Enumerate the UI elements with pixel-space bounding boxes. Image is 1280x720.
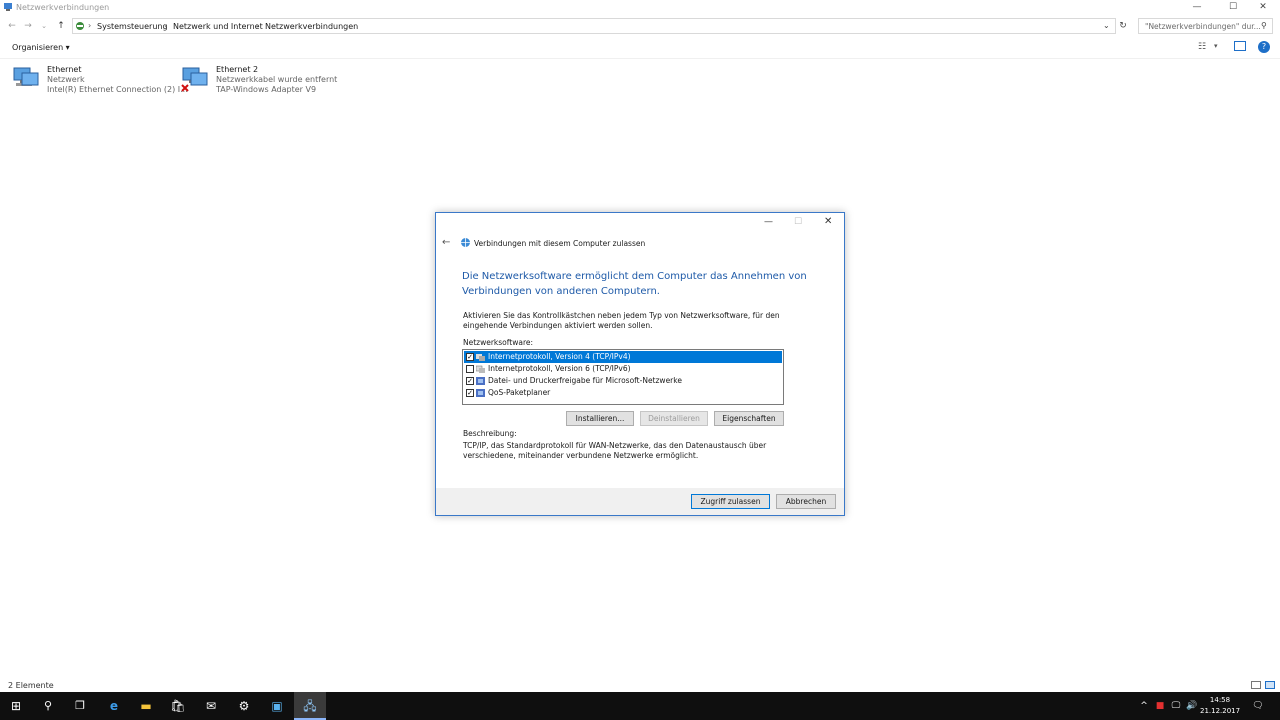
description-label: Beschreibung:	[463, 429, 517, 438]
notifications-icon[interactable]: 🗨	[1250, 692, 1266, 720]
uninstall-button: Deinstallieren	[640, 411, 708, 426]
clock[interactable]: 14:58 21.12.2017	[1200, 695, 1240, 717]
cancel-button[interactable]: Abbrechen	[776, 494, 836, 509]
software-item-tcpipv6[interactable]: Internetprotokoll, Version 6 (TCP/IPv6)	[464, 363, 782, 375]
search-box[interactable]: "Netzwerkverbindungen" dur... ⚲	[1138, 18, 1273, 34]
protocol-icon	[476, 354, 485, 361]
preview-pane-icon[interactable]	[1234, 41, 1246, 51]
breadcrumb-systemsteuerung[interactable]: Systemsteuerung	[97, 22, 168, 31]
help-icon[interactable]: ?	[1258, 41, 1270, 53]
software-label: Internetprotokoll, Version 4 (TCP/IPv4)	[488, 352, 631, 361]
checkbox-tcpipv6[interactable]	[466, 365, 474, 373]
network-globe-icon	[461, 238, 470, 247]
software-label: Datei- und Druckerfreigabe für Microsoft…	[488, 376, 682, 385]
connection-status: Netzwerkkabel wurde entfernt	[216, 75, 338, 84]
dialog-back-icon[interactable]: ←	[442, 237, 450, 248]
mail-icon[interactable]: ✉	[195, 692, 227, 720]
software-item-qos[interactable]: ✓ QoS-Paketplaner	[464, 387, 782, 399]
breadcrumb-separator[interactable]: ›	[256, 21, 259, 30]
taskbar: ⊞ ⚲ ❐ e ▬ 🛍 ✉ ⚙ ▣ 🖧 ^ ■ 🖵 🔊 14:58 21.12.…	[0, 692, 1280, 720]
dialog-minimize-button[interactable]: —	[764, 217, 773, 227]
organize-menu[interactable]: Organisieren ▾	[12, 43, 70, 52]
dialog-heading: Die Netzwerksoftware ermöglicht dem Comp…	[462, 271, 807, 297]
command-bar: Organisieren ▾ ☷ ▾ ?	[0, 37, 1280, 59]
store-icon[interactable]: 🛍	[162, 692, 194, 720]
install-button[interactable]: Installieren...	[566, 411, 634, 426]
checkbox-qos[interactable]: ✓	[466, 389, 474, 397]
network-adapter-disconnected-icon	[181, 67, 208, 92]
connection-ethernet-2[interactable]: Ethernet 2 Netzwerkkabel wurde entfernt …	[181, 63, 341, 99]
maximize-button[interactable]: ☐	[1216, 0, 1250, 16]
close-button[interactable]: ✕	[1246, 0, 1280, 16]
allow-access-button[interactable]: Zugriff zulassen	[691, 494, 770, 509]
show-hidden-icons-icon[interactable]: ^	[1138, 692, 1150, 720]
recent-locations-icon[interactable]: ⌄	[38, 20, 50, 32]
software-label: QoS-Paketplaner	[488, 388, 551, 397]
connection-ethernet[interactable]: Ethernet Netzwerk Intel(R) Ethernet Conn…	[12, 63, 188, 99]
dialog-maximize-button: ☐	[794, 217, 803, 227]
software-item-tcpipv4[interactable]: ✓ Internetprotokoll, Version 4 (TCP/IPv4…	[464, 351, 782, 363]
allow-connections-dialog: — ☐ ✕ ← Verbindungen mit diesem Computer…	[435, 212, 845, 516]
back-icon[interactable]: ←	[6, 20, 18, 32]
clock-time: 14:58	[1209, 696, 1231, 704]
network-adapter-icon	[13, 67, 39, 86]
search-icon[interactable]: ⚲	[1261, 21, 1267, 30]
dialog-title: Verbindungen mit diesem Computer zulasse…	[474, 239, 646, 248]
search-placeholder: "Netzwerkverbindungen" dur...	[1145, 22, 1261, 31]
status-item-count: 2 Elemente	[8, 681, 54, 690]
details-view-icon[interactable]	[1251, 681, 1261, 689]
search-icon[interactable]: ⚲	[32, 692, 64, 720]
connection-status: Netzwerk	[47, 75, 85, 84]
file-explorer-icon[interactable]: ▬	[130, 692, 162, 720]
forward-icon[interactable]: →	[22, 20, 34, 32]
clock-date: 21.12.2017	[1200, 707, 1241, 715]
breadcrumb-netzwerk-und-internet[interactable]: Netzwerk und Internet	[173, 22, 263, 31]
dialog-close-button[interactable]: ✕	[824, 216, 832, 227]
connection-name: Ethernet 2	[216, 65, 259, 74]
security-alert-icon[interactable]: ■	[1153, 692, 1167, 720]
breadcrumb-netzwerkverbindungen[interactable]: Netzwerkverbindungen	[265, 22, 358, 31]
breadcrumb-separator[interactable]: ›	[164, 21, 167, 30]
description-text: TCP/IP, das Standardprotokoll für WAN-Ne…	[463, 441, 767, 460]
network-software-list[interactable]: ✓ Internetprotokoll, Version 4 (TCP/IPv4…	[462, 349, 784, 405]
properties-button[interactable]: Eigenschaften	[714, 411, 784, 426]
service-icon	[476, 389, 485, 397]
checkbox-tcpipv4[interactable]: ✓	[466, 353, 474, 361]
service-icon	[476, 377, 485, 385]
start-icon[interactable]: ⊞	[0, 692, 32, 720]
checkbox-file-printer-sharing[interactable]: ✓	[466, 377, 474, 385]
minimize-button[interactable]: —	[1180, 0, 1214, 16]
network-software-label: Netzwerksoftware:	[463, 338, 534, 347]
breadcrumb-separator[interactable]: ›	[88, 21, 91, 30]
window-titlebar: Netzwerkverbindungen — ☐ ✕	[0, 0, 1280, 16]
connection-adapter: TAP-Windows Adapter V9	[216, 85, 317, 94]
settings-icon[interactable]: ⚙	[228, 692, 260, 720]
address-dropdown-icon[interactable]: ⌄	[1103, 21, 1110, 30]
dialog-intro-text: Aktivieren Sie das Kontrollkästchen nebe…	[463, 311, 780, 330]
up-icon[interactable]: ↑	[55, 20, 67, 32]
view-dropdown-icon[interactable]: ▾	[1214, 42, 1218, 50]
edge-browser-icon[interactable]: e	[98, 692, 130, 720]
software-label: Internetprotokoll, Version 6 (TCP/IPv6)	[488, 364, 631, 373]
remote-desktop-icon[interactable]: ▣	[261, 692, 293, 720]
connection-adapter: Intel(R) Ethernet Connection (2) I...	[47, 85, 188, 94]
network-tray-icon[interactable]: 🖵	[1169, 692, 1183, 720]
view-options-icon[interactable]: ☷	[1198, 42, 1206, 52]
dialog-footer: Zugriff zulassen Abbrechen	[436, 488, 844, 515]
refresh-icon[interactable]: ↻	[1117, 20, 1129, 32]
software-item-file-printer-sharing[interactable]: ✓ Datei- und Druckerfreigabe für Microso…	[464, 375, 782, 387]
large-icons-view-icon[interactable]	[1265, 681, 1275, 689]
control-panel-icon	[76, 22, 84, 30]
navigation-bar: ← → ⌄ ↑ › Systemsteuerung › Netzwerk und…	[0, 17, 1280, 35]
network-connections-taskbar-icon[interactable]: 🖧	[294, 692, 326, 720]
window-title: Netzwerkverbindungen	[16, 3, 110, 12]
protocol-icon	[476, 365, 485, 373]
volume-icon[interactable]: 🔊	[1185, 692, 1199, 720]
address-bar[interactable]: › Systemsteuerung › Netzwerk und Interne…	[72, 18, 1116, 34]
task-view-icon[interactable]: ❐	[64, 692, 96, 720]
network-connections-icon	[4, 3, 12, 11]
connection-name: Ethernet	[47, 65, 82, 74]
